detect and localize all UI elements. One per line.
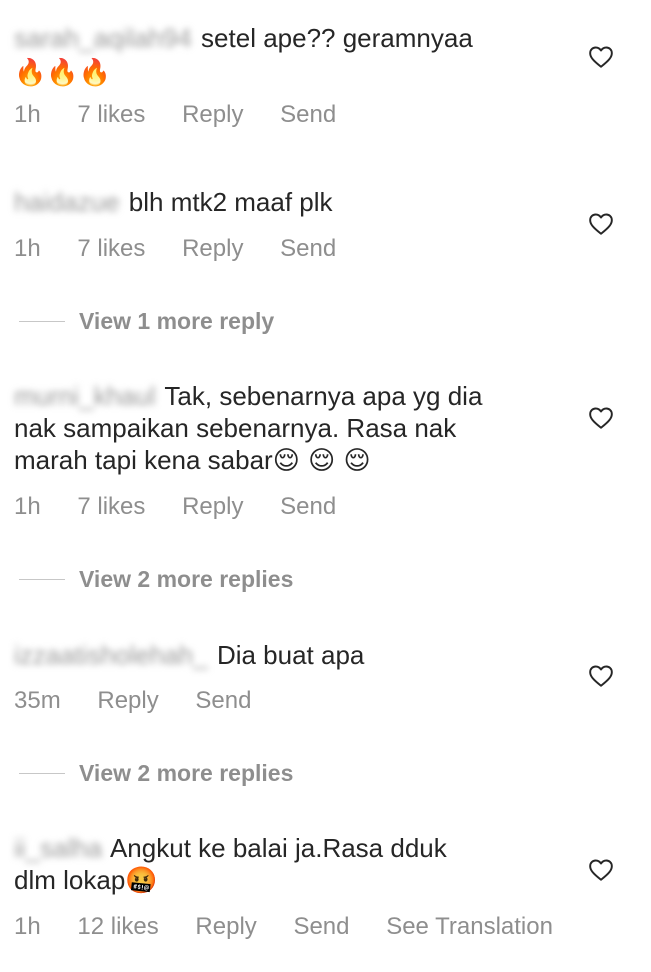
comment-4-body: Dia buat apa bbox=[216, 640, 365, 670]
comment-1-body: setel ape?? geramnyaa bbox=[201, 23, 473, 53]
comment-5-likes[interactable]: 12 likes bbox=[77, 913, 158, 941]
comment-5-meta: 1h 12 likes Reply Send See Translation bbox=[14, 913, 583, 941]
heart-outline-icon[interactable] bbox=[588, 857, 614, 883]
comment-1-username[interactable]: sarah_aqilah94 bbox=[14, 22, 192, 54]
reply-divider-line bbox=[19, 772, 65, 774]
comment-2-text: haidazue blh mtk2 maaf plk bbox=[14, 186, 574, 218]
comment-5-send-button[interactable]: Send bbox=[293, 913, 349, 941]
comment-4-reply-button[interactable]: Reply bbox=[97, 687, 158, 715]
comment-3-time: 1h bbox=[14, 493, 41, 520]
comment-1-reply-button[interactable]: Reply bbox=[182, 101, 243, 129]
comment-5-body-line-1: Angkut ke balai ja.Rasa dduk bbox=[109, 833, 447, 863]
comment-2-send-button[interactable]: Send bbox=[280, 235, 336, 263]
comment-5-time: 1h bbox=[14, 913, 41, 940]
comment-3-body-line-1: Tak, sebenarnya apa yg dia bbox=[164, 381, 483, 411]
comment-3-send-button[interactable]: Send bbox=[280, 493, 336, 521]
comment-3-text-line-2: nak sampaikan sebenarnya. Rasa nak bbox=[14, 412, 574, 444]
comment-4-username[interactable]: izzaatisholehah_ bbox=[14, 639, 208, 671]
view-replies-button[interactable]: View 2 more replies bbox=[19, 759, 293, 787]
comment-3-body-line-2: nak sampaikan sebenarnya. Rasa nak bbox=[14, 413, 457, 443]
comment-3-text-line-3: marah tapi kena sabar😌 😌 😌 bbox=[14, 444, 574, 477]
comment-4-meta: 35m Reply Send bbox=[14, 687, 281, 715]
comment-1-text: sarah_aqilah94 setel ape?? geramnyaa bbox=[14, 22, 574, 54]
view-replies-button[interactable]: View 2 more replies bbox=[19, 565, 293, 593]
comment-2-username[interactable]: haidazue bbox=[14, 186, 120, 218]
view-replies-label: View 2 more replies bbox=[79, 565, 294, 592]
comment-5-text-line-1: ii_salha Angkut ke balai ja.Rasa dduk bbox=[14, 832, 574, 864]
comment-3-username[interactable]: murni_khaul bbox=[14, 380, 156, 412]
comment-1-meta: 1h 7 likes Reply Send bbox=[14, 101, 366, 129]
comment-3-meta: 1h 7 likes Reply Send bbox=[14, 493, 366, 521]
heart-outline-icon[interactable] bbox=[588, 211, 614, 237]
reply-divider-line bbox=[19, 320, 65, 322]
cursing-face-emoji: 🤬 bbox=[125, 866, 158, 896]
view-replies-button[interactable]: View 1 more reply bbox=[19, 307, 274, 335]
view-replies-label: View 1 more reply bbox=[79, 307, 275, 334]
comment-2-time: 1h bbox=[14, 235, 41, 262]
comment-4-time: 35m bbox=[14, 687, 61, 714]
comment-3-reply-button[interactable]: Reply bbox=[182, 493, 243, 521]
see-translation-button[interactable]: See Translation bbox=[386, 913, 553, 941]
heart-outline-icon[interactable] bbox=[588, 663, 614, 689]
view-replies-label: View 2 more replies bbox=[79, 759, 294, 786]
comment-5-reply-button[interactable]: Reply bbox=[195, 913, 256, 941]
comment-1-emoji-line: 🔥🔥🔥 bbox=[14, 56, 574, 89]
comment-5-body-line-2: dlm lokap bbox=[14, 865, 126, 895]
comment-3-likes[interactable]: 7 likes bbox=[77, 493, 145, 521]
comment-2-body: blh mtk2 maaf plk bbox=[128, 187, 333, 217]
comment-1-send-button[interactable]: Send bbox=[280, 101, 336, 129]
comment-2-likes[interactable]: 7 likes bbox=[77, 235, 145, 263]
comment-4-text: izzaatisholehah_ Dia buat apa bbox=[14, 639, 574, 671]
fire-emoji: 🔥🔥🔥 bbox=[14, 58, 112, 88]
relieved-face-emoji: 😌 😌 😌 bbox=[272, 446, 371, 476]
reply-divider-line bbox=[19, 578, 65, 580]
comment-3-body-line-3: marah tapi kena sabar bbox=[14, 445, 273, 475]
comment-5-text-line-2: dlm lokap🤬 bbox=[14, 864, 574, 897]
comment-3-text-line-1: murni_khaul Tak, sebenarnya apa yg dia bbox=[14, 380, 574, 412]
comment-4-send-button[interactable]: Send bbox=[195, 687, 251, 715]
comment-2-reply-button[interactable]: Reply bbox=[182, 235, 243, 263]
comment-2-meta: 1h 7 likes Reply Send bbox=[14, 235, 366, 263]
heart-outline-icon[interactable] bbox=[588, 405, 614, 431]
comment-1-likes[interactable]: 7 likes bbox=[77, 101, 145, 129]
heart-outline-icon[interactable] bbox=[588, 44, 614, 70]
comment-5-username[interactable]: ii_salha bbox=[14, 832, 102, 864]
comment-1-time: 1h bbox=[14, 101, 41, 128]
